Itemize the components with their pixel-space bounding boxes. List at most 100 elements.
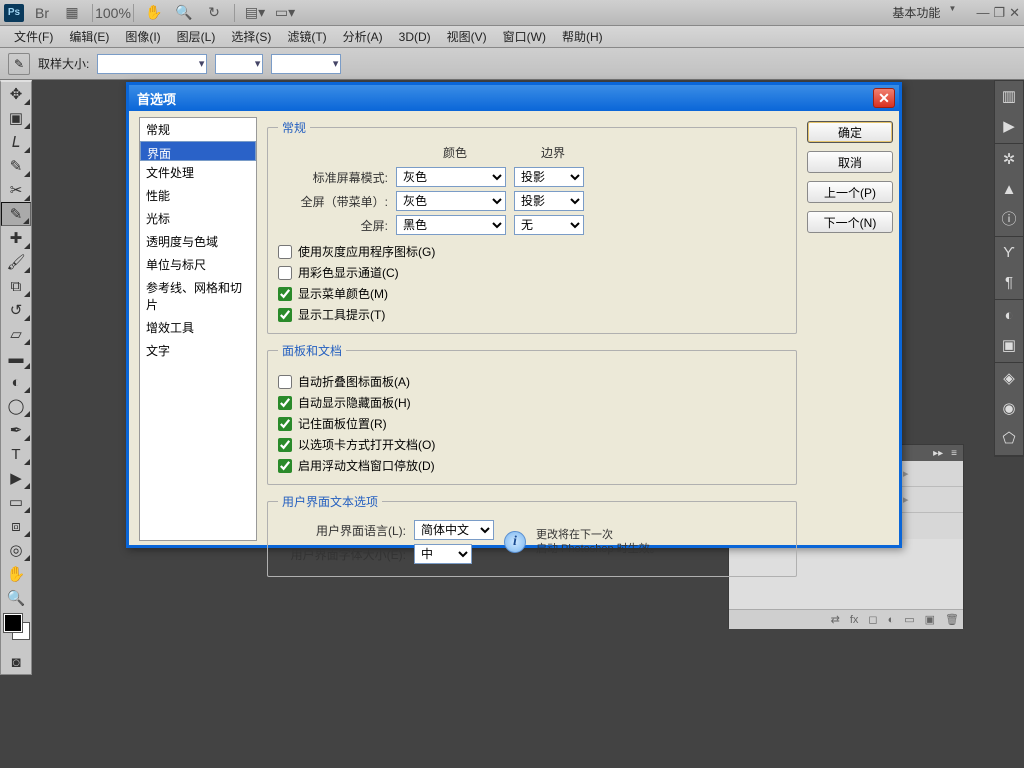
shape-tool-icon[interactable]: ▭ <box>1 490 31 514</box>
tool-preset-icon[interactable]: ✎ <box>8 53 30 75</box>
new-layer-icon[interactable]: ▣ <box>925 613 935 626</box>
fill-flyout-icon[interactable]: ▸ <box>903 493 909 506</box>
restore-icon[interactable]: ❐ <box>993 5 1005 21</box>
brush-tool-icon[interactable]: 🖌 <box>1 250 31 274</box>
dialog-titlebar[interactable]: 首选项 ✕ <box>129 85 899 111</box>
panel-menu-icon[interactable]: ≡ <box>951 448 957 459</box>
menu-analysis[interactable]: 分析(A) <box>335 26 391 47</box>
check-menu-colors[interactable]: 显示菜单颜色(M) <box>278 285 786 302</box>
category-list[interactable]: 常规 界面 文件处理 性能 光标 透明度与色域 单位与标尺 参考线、网格和切片 … <box>139 117 257 541</box>
next-button[interactable]: 下一个(N) <box>807 211 893 233</box>
actions-panel-icon[interactable]: ▶ <box>999 117 1019 137</box>
histogram-icon[interactable]: ▲ <box>999 180 1019 200</box>
select-fs-color[interactable]: 黑色 <box>396 215 506 235</box>
check-floating-dock[interactable]: 启用浮动文档窗口停放(D) <box>278 457 786 474</box>
workspace-switcher[interactable]: 基本功能 <box>882 2 962 23</box>
path-select-tool-icon[interactable]: ▶ <box>1 466 31 490</box>
3d-tool-icon[interactable]: ⧈ <box>1 514 31 538</box>
mask-icon[interactable]: ◻ <box>868 613 877 626</box>
type-tool-icon[interactable]: T <box>1 442 31 466</box>
trash-icon[interactable]: 🗑 <box>945 613 959 626</box>
cat-transparency[interactable]: 透明度与色域 <box>140 230 256 253</box>
prev-button[interactable]: 上一个(P) <box>807 181 893 203</box>
menu-help[interactable]: 帮助(H) <box>554 26 611 47</box>
cat-file-handling[interactable]: 文件处理 <box>140 161 256 184</box>
close-icon[interactable]: ✕ <box>873 88 895 108</box>
zoom-tool-icon[interactable]: 🔍 <box>1 586 31 610</box>
select-ui-font[interactable]: 中 <box>414 544 472 564</box>
3d-camera-tool-icon[interactable]: ◎ <box>1 538 31 562</box>
stamp-tool-icon[interactable]: ⧉ <box>1 274 31 298</box>
zoom-icon[interactable]: 🔍 <box>172 1 196 25</box>
menu-edit[interactable]: 编辑(E) <box>61 26 117 47</box>
paragraph-icon[interactable]: ¶ <box>999 273 1019 293</box>
group-icon[interactable]: ▭ <box>904 613 914 626</box>
select-fsmenu-border[interactable]: 投影 <box>514 191 584 211</box>
check-open-tabs[interactable]: 以选项卡方式打开文档(O) <box>278 436 786 453</box>
navigator-icon[interactable]: ✲ <box>999 150 1019 170</box>
character-icon[interactable]: Ƴ <box>999 243 1019 263</box>
gradient-tool-icon[interactable]: ▬ <box>1 346 31 370</box>
mini-bridge-icon[interactable]: ▦ <box>60 1 84 25</box>
eyedropper-tool-icon[interactable]: ✎ <box>1 202 31 226</box>
menu-image[interactable]: 图像(I) <box>117 26 168 47</box>
cancel-button[interactable]: 取消 <box>807 151 893 173</box>
eraser-tool-icon[interactable]: ▱ <box>1 322 31 346</box>
pen-tool-icon[interactable]: ✒ <box>1 418 31 442</box>
cat-general[interactable]: 常规 <box>140 118 256 141</box>
bridge-icon[interactable]: Br <box>30 1 54 25</box>
dodge-tool-icon[interactable]: ◯ <box>1 394 31 418</box>
color-swatches[interactable] <box>1 610 31 650</box>
layers-icon[interactable]: ◈ <box>999 369 1019 389</box>
select-standard-color[interactable]: 灰色 <box>396 167 506 187</box>
lasso-tool-icon[interactable]: 𝘓 <box>1 130 31 154</box>
cat-plugins[interactable]: 增效工具 <box>140 316 256 339</box>
sample-layers-select[interactable] <box>271 54 341 74</box>
menu-filter[interactable]: 滤镜(T) <box>279 26 334 47</box>
check-auto-show[interactable]: 自动显示隐藏面板(H) <box>278 394 786 411</box>
cat-interface[interactable]: 界面 <box>140 141 256 161</box>
select-fsmenu-color[interactable]: 灰色 <box>396 191 506 211</box>
move-tool-icon[interactable]: ✥ <box>1 82 31 106</box>
minimize-icon[interactable]: — <box>976 5 989 21</box>
marquee-tool-icon[interactable]: ▣ <box>1 106 31 130</box>
arrange-documents-icon[interactable]: ▤▾ <box>243 1 267 25</box>
menu-layer[interactable]: 图层(L) <box>169 26 224 47</box>
select-standard-border[interactable]: 投影 <box>514 167 584 187</box>
check-remember-loc[interactable]: 记住面板位置(R) <box>278 415 786 432</box>
check-tooltips[interactable]: 显示工具提示(T) <box>278 306 786 323</box>
screen-mode-icon[interactable]: ▭▾ <box>273 1 297 25</box>
adjustment-layer-icon[interactable]: ◐ <box>888 614 895 626</box>
history-brush-tool-icon[interactable]: ↺ <box>1 298 31 322</box>
cat-performance[interactable]: 性能 <box>140 184 256 207</box>
cat-cursors[interactable]: 光标 <box>140 207 256 230</box>
close-window-icon[interactable]: ✕ <box>1009 5 1020 21</box>
sample-mode-select[interactable] <box>215 54 263 74</box>
check-gray-icon[interactable]: 使用灰度应用程序图标(G) <box>278 243 786 260</box>
cat-guides[interactable]: 参考线、网格和切片 <box>140 276 256 316</box>
info-icon[interactable]: ⓘ <box>999 210 1019 230</box>
hand-tool-icon[interactable]: ✋ <box>1 562 31 586</box>
menu-3d[interactable]: 3D(D) <box>391 28 439 46</box>
sample-size-select[interactable] <box>97 54 207 74</box>
paths-icon[interactable]: ⬠ <box>999 429 1019 449</box>
select-fs-border[interactable]: 无 <box>514 215 584 235</box>
foreground-color-swatch[interactable] <box>4 614 22 632</box>
masks-icon[interactable]: ▣ <box>999 336 1019 356</box>
cat-type[interactable]: 文字 <box>140 339 256 362</box>
quick-select-tool-icon[interactable]: ✎ <box>1 154 31 178</box>
menu-select[interactable]: 选择(S) <box>223 26 279 47</box>
crop-tool-icon[interactable]: ✂ <box>1 178 31 202</box>
ok-button[interactable]: 确定 <box>807 121 893 143</box>
zoom-level[interactable]: 100% <box>101 1 125 25</box>
check-color-channels[interactable]: 用彩色显示通道(C) <box>278 264 786 281</box>
channels-icon[interactable]: ◉ <box>999 399 1019 419</box>
healing-tool-icon[interactable]: ✚ <box>1 226 31 250</box>
check-auto-collapse[interactable]: 自动折叠图标面板(A) <box>278 373 786 390</box>
panel-collapse-icon[interactable]: ▸▸ <box>933 448 943 459</box>
select-ui-lang[interactable]: 简体中文 <box>414 520 494 540</box>
history-panel-icon[interactable]: ▥ <box>999 87 1019 107</box>
hand-icon[interactable]: ✋ <box>142 1 166 25</box>
link-layers-icon[interactable]: ⇄ <box>831 613 840 626</box>
blur-tool-icon[interactable]: ◐ <box>1 370 31 394</box>
